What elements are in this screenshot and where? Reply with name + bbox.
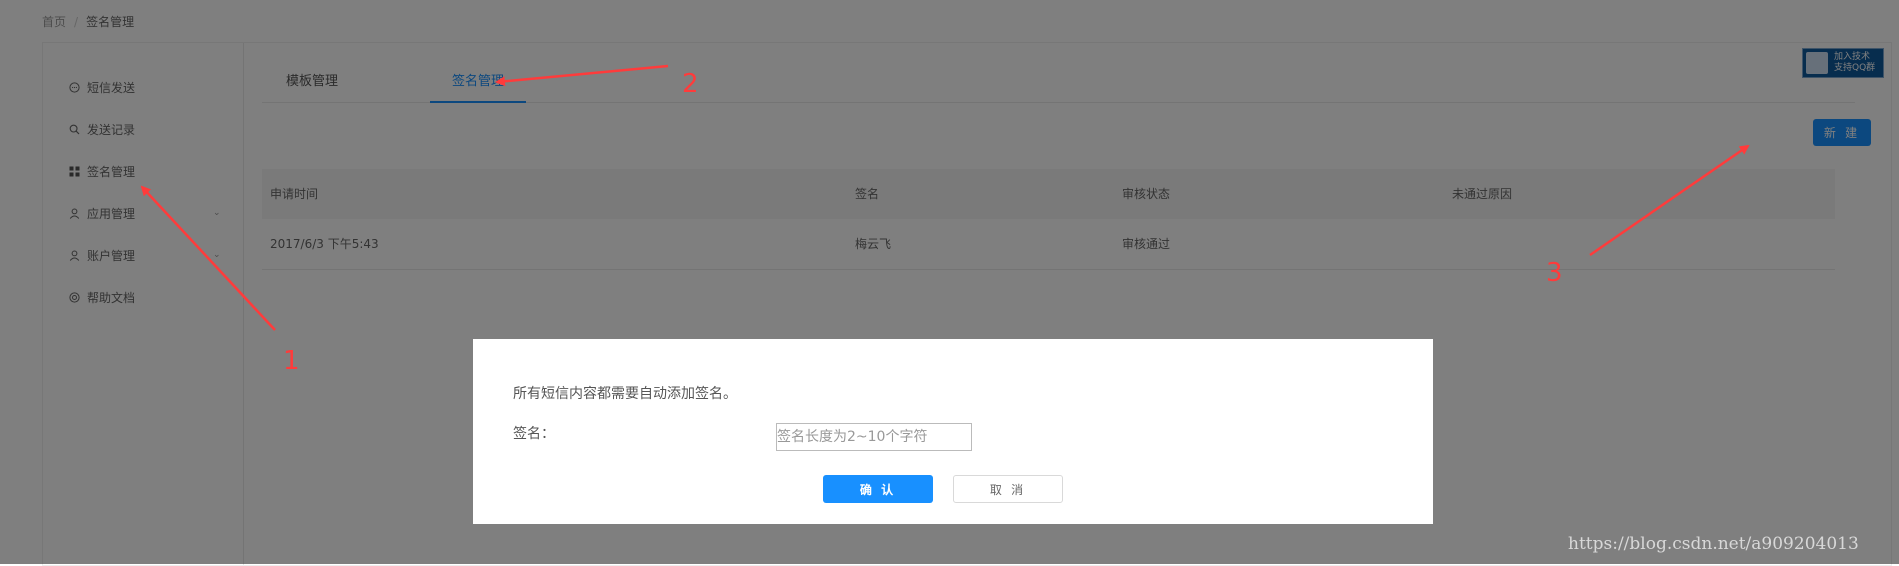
cancel-button[interactable]: 取 消 bbox=[953, 475, 1063, 503]
watermark-text: https://blog.csdn.net/a909204013 bbox=[1568, 534, 1859, 554]
modal-description: 所有短信内容都需要自动添加签名。 bbox=[513, 386, 737, 402]
confirm-button[interactable]: 确 认 bbox=[823, 475, 933, 503]
annotation-number-2: 2 bbox=[682, 69, 699, 99]
annotation-number-3: 3 bbox=[1546, 258, 1563, 288]
add-signature-dialog: 所有短信内容都需要自动添加签名。 签名： 确 认 取 消 bbox=[473, 339, 1433, 524]
signature-label: 签名： bbox=[513, 426, 555, 442]
signature-input[interactable] bbox=[776, 423, 972, 451]
annotation-number-1: 1 bbox=[283, 346, 300, 376]
